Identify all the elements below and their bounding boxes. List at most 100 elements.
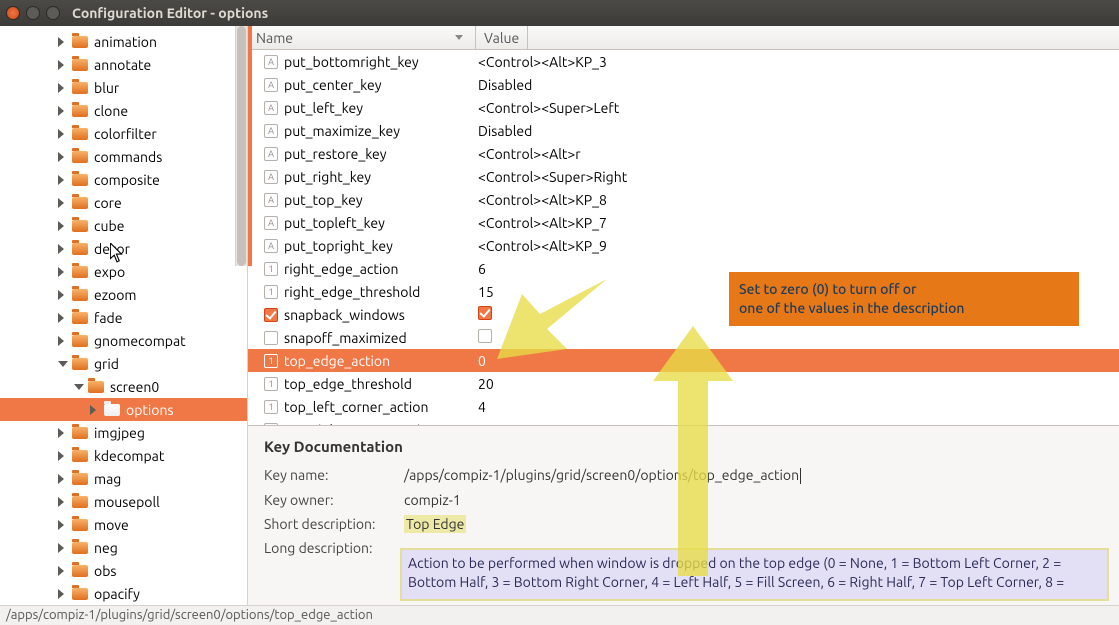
- chevron-right-icon[interactable]: [58, 198, 68, 208]
- key-value[interactable]: Disabled: [474, 77, 532, 93]
- sidebar-item-neg[interactable]: neg: [0, 536, 247, 559]
- table-row[interactable]: Aput_topleft_key<Control><Alt>KP_7: [248, 211, 1119, 234]
- table-row[interactable]: Aput_center_keyDisabled: [248, 73, 1119, 96]
- key-value[interactable]: <Control><Alt>KP_9: [474, 238, 607, 254]
- minimize-icon[interactable]: [26, 6, 40, 20]
- sidebar-item-cube[interactable]: cube: [0, 214, 247, 237]
- column-value[interactable]: Value: [476, 26, 528, 49]
- table-row[interactable]: Aput_topright_key<Control><Alt>KP_9: [248, 234, 1119, 257]
- sidebar-item-obs[interactable]: obs: [0, 559, 247, 582]
- column-name[interactable]: Name: [248, 26, 476, 49]
- sidebar-item-colorfilter[interactable]: colorfilter: [0, 122, 247, 145]
- chevron-right-icon[interactable]: [58, 152, 68, 162]
- key-value[interactable]: Disabled: [474, 123, 532, 139]
- sidebar-item-composite[interactable]: composite: [0, 168, 247, 191]
- chevron-right-icon[interactable]: [58, 267, 68, 277]
- chevron-right-icon[interactable]: [58, 244, 68, 254]
- table-row[interactable]: Aput_left_key<Control><Super>Left: [248, 96, 1119, 119]
- chevron-down-icon[interactable]: [74, 384, 84, 394]
- key-value[interactable]: 0: [474, 353, 486, 369]
- string-type-icon: A: [264, 147, 278, 161]
- sidebar-item-core[interactable]: core: [0, 191, 247, 214]
- sidebar-item-annotate[interactable]: annotate: [0, 53, 247, 76]
- chevron-right-icon[interactable]: [58, 589, 68, 599]
- chevron-right-icon[interactable]: [58, 313, 68, 323]
- chevron-right-icon[interactable]: [58, 129, 68, 139]
- sidebar-tree[interactable]: animationannotateblur clone colorfilter com…: [0, 26, 248, 605]
- chevron-down-icon[interactable]: [58, 361, 68, 371]
- table-row[interactable]: Aput_maximize_keyDisabled: [248, 119, 1119, 142]
- sidebar-item-grid[interactable]: grid: [0, 352, 247, 375]
- folder-icon: [72, 450, 88, 462]
- chevron-right-icon[interactable]: [58, 175, 68, 185]
- sidebar-item-label: ezoom: [94, 287, 137, 303]
- folder-icon: [72, 289, 88, 301]
- chevron-right-icon[interactable]: [58, 520, 68, 530]
- sidebar-item-options[interactable]: options: [0, 398, 247, 421]
- key-value[interactable]: 4: [474, 399, 486, 415]
- chevron-right-icon[interactable]: [58, 221, 68, 231]
- string-type-icon: A: [264, 101, 278, 115]
- key-value[interactable]: 15: [474, 284, 494, 300]
- checkbox-icon[interactable]: [264, 308, 278, 322]
- sidebar-item-label: screen0: [110, 379, 159, 395]
- sidebar-item-gnomecompat[interactable]: gnomecompat: [0, 329, 247, 352]
- chevron-right-icon[interactable]: [58, 336, 68, 346]
- chevron-right-icon[interactable]: [58, 60, 68, 70]
- sidebar-item-mag[interactable]: mag: [0, 467, 247, 490]
- chevron-right-icon[interactable]: [58, 566, 68, 576]
- sidebar-item-kdecompat[interactable]: kdecompat: [0, 444, 247, 467]
- folder-icon: [104, 404, 120, 416]
- checkbox-value[interactable]: [478, 306, 492, 320]
- close-icon[interactable]: [6, 6, 20, 20]
- sidebar-item-label: commands: [94, 149, 162, 165]
- key-value[interactable]: <Control><Super>Left: [474, 100, 619, 116]
- chevron-right-icon[interactable]: [58, 543, 68, 553]
- sidebar-item-imgjpeg[interactable]: imgjpeg: [0, 421, 247, 444]
- table-row[interactable]: Aput_top_key<Control><Alt>KP_8: [248, 188, 1119, 211]
- chevron-right-icon[interactable]: [58, 497, 68, 507]
- folder-icon: [72, 197, 88, 209]
- checkbox-icon[interactable]: [264, 331, 278, 345]
- table-header[interactable]: Name Value: [248, 26, 1119, 50]
- chevron-right-icon[interactable]: [58, 83, 68, 93]
- sidebar-item-animation[interactable]: animation: [0, 30, 247, 53]
- integer-type-icon: 1: [264, 377, 278, 391]
- sidebar-item-opacify[interactable]: opacify: [0, 582, 247, 605]
- key-value[interactable]: <Control><Alt>KP_8: [474, 192, 607, 208]
- table-row[interactable]: Aput_right_key<Control><Super>Right: [248, 165, 1119, 188]
- sidebar-scrollbar[interactable]: [235, 26, 247, 266]
- annotation-arrow-left-icon: [492, 264, 612, 377]
- sidebar-item-mousepoll[interactable]: mousepoll: [0, 490, 247, 513]
- sidebar-item-commands[interactable]: commands: [0, 145, 247, 168]
- string-type-icon: A: [264, 239, 278, 253]
- key-value[interactable]: <Control><Super>Right: [474, 169, 627, 185]
- sidebar-item-label: mag: [94, 471, 121, 487]
- keyname-label: Key name:: [264, 467, 404, 484]
- sidebar-item-label: clone: [94, 103, 128, 119]
- sidebar-item-label: grid: [94, 356, 119, 372]
- chevron-right-icon[interactable]: [58, 428, 68, 438]
- key-value[interactable]: 20: [474, 376, 494, 392]
- sidebar-item-screen0[interactable]: screen0: [0, 375, 247, 398]
- chevron-right-icon[interactable]: [90, 405, 100, 415]
- sidebar-item-move[interactable]: move: [0, 513, 247, 536]
- key-value[interactable]: <Control><Alt>r: [474, 146, 581, 162]
- key-value[interactable]: <Control><Alt>KP_7: [474, 215, 607, 231]
- table-row[interactable]: Aput_bottomright_key<Control><Alt>KP_3: [248, 50, 1119, 73]
- chevron-right-icon[interactable]: [58, 290, 68, 300]
- sidebar-item-ezoom[interactable]: ezoom: [0, 283, 247, 306]
- chevron-right-icon[interactable]: [58, 474, 68, 484]
- sidebar-item-fade[interactable]: fade: [0, 306, 247, 329]
- maximize-icon[interactable]: [46, 6, 60, 20]
- table-row[interactable]: Aput_restore_key<Control><Alt>r: [248, 142, 1119, 165]
- string-type-icon: A: [264, 78, 278, 92]
- chevron-right-icon[interactable]: [58, 106, 68, 116]
- chevron-right-icon[interactable]: [58, 37, 68, 47]
- key-value[interactable]: 6: [474, 261, 486, 277]
- checkbox-value[interactable]: [478, 329, 492, 343]
- chevron-right-icon[interactable]: [58, 451, 68, 461]
- key-value[interactable]: <Control><Alt>KP_3: [474, 54, 607, 70]
- sidebar-item-blur[interactable]: blur: [0, 76, 247, 99]
- sidebar-item-clone[interactable]: clone: [0, 99, 247, 122]
